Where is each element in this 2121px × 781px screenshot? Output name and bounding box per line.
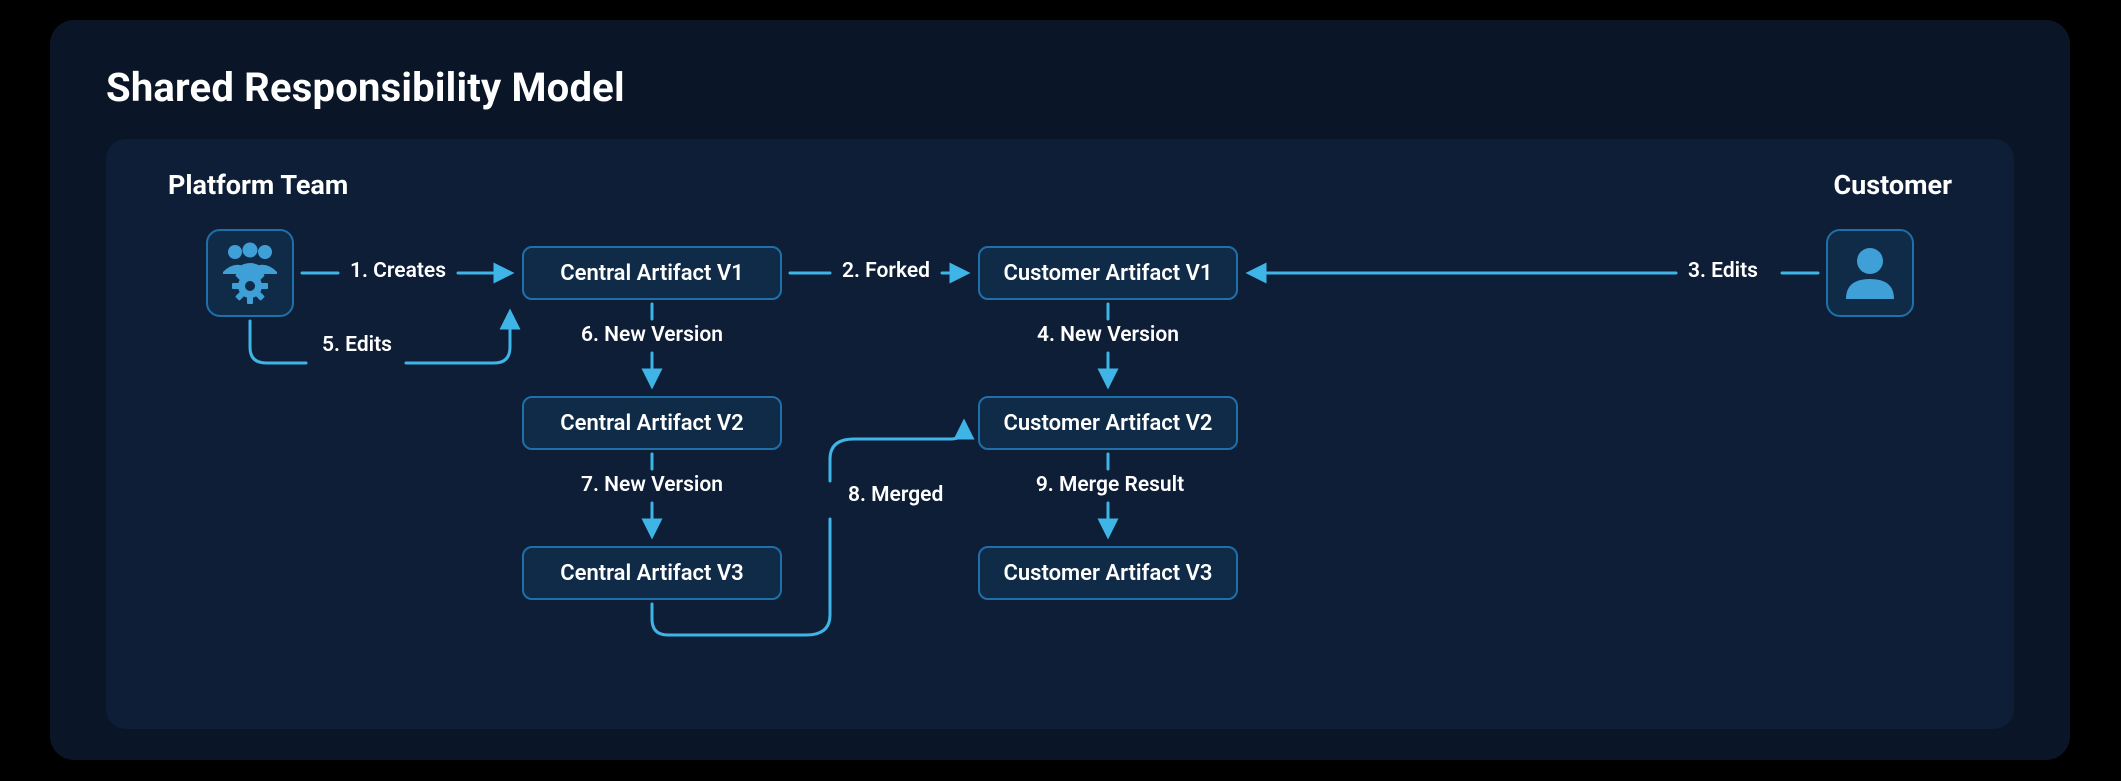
edge-label-8: 8. Merged — [848, 483, 943, 507]
edge-label-1: 1. Creates — [350, 259, 446, 283]
edge-label-4: 4. New Version — [1036, 323, 1180, 347]
edge-label-3: 3. Edits — [1688, 259, 1758, 283]
customer-label: Customer — [1833, 169, 1952, 201]
central-artifact-v1: Central Artifact V1 — [522, 246, 782, 300]
diagram-panel: Platform Team Customer — [106, 139, 2014, 729]
user-icon — [1826, 229, 1914, 317]
edge-label-6: 6. New Version — [580, 323, 724, 347]
edge-label-7: 7. New Version — [580, 473, 724, 497]
central-artifact-v2: Central Artifact V2 — [522, 396, 782, 450]
customer-artifact-v2: Customer Artifact V2 — [978, 396, 1238, 450]
outer-panel: Shared Responsibility Model Platform Tea… — [50, 20, 2070, 760]
platform-team-label: Platform Team — [168, 169, 348, 201]
edge-label-2: 2. Forked — [842, 259, 930, 283]
page-title: Shared Responsibility Model — [106, 64, 2014, 111]
customer-artifact-v1: Customer Artifact V1 — [978, 246, 1238, 300]
customer-artifact-v3: Customer Artifact V3 — [978, 546, 1238, 600]
edge-label-9: 9. Merge Result — [1030, 473, 1190, 497]
team-gear-icon — [206, 229, 294, 317]
edge-label-5: 5. Edits — [322, 333, 392, 357]
central-artifact-v3: Central Artifact V3 — [522, 546, 782, 600]
